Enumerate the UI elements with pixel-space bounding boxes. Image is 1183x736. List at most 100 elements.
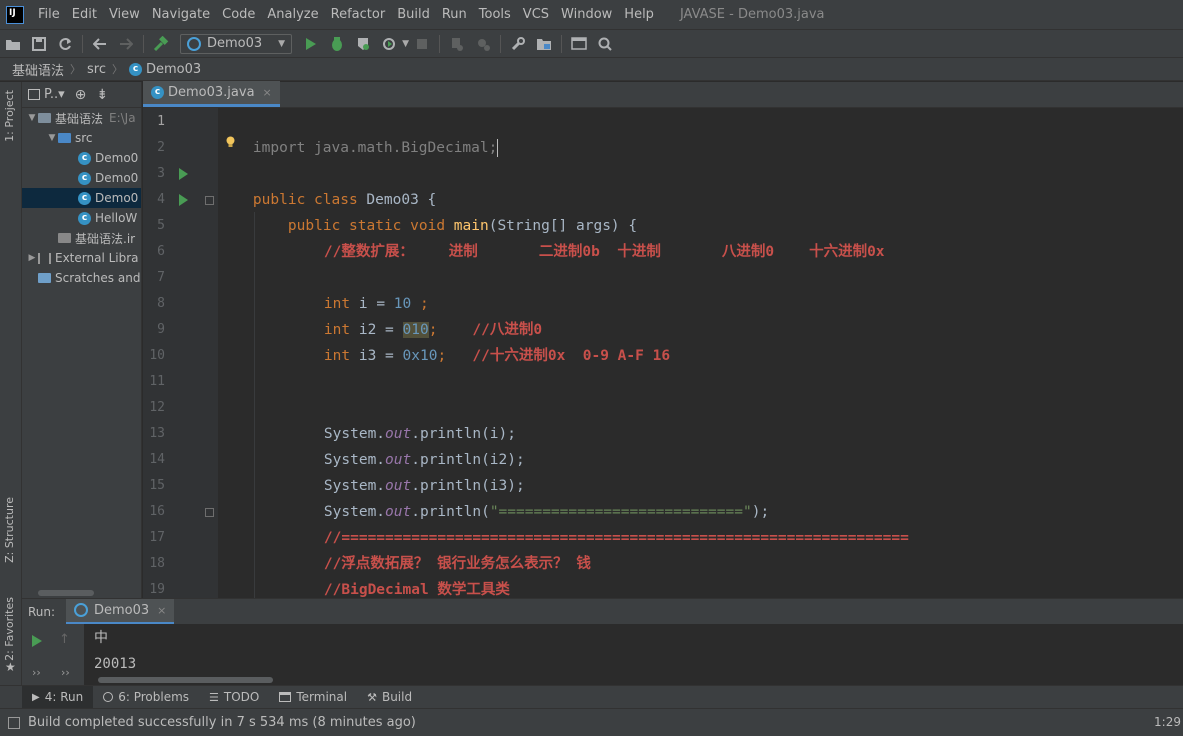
more-icon[interactable]: ›› bbox=[32, 666, 41, 679]
tab-problems[interactable]: 6: Problems bbox=[93, 686, 199, 709]
tab-build-label: Build bbox=[381, 690, 413, 704]
attach-icon[interactable] bbox=[446, 33, 468, 55]
menu-run[interactable]: Run bbox=[436, 0, 473, 29]
run-icon: ▶ bbox=[32, 691, 40, 703]
line-number: 1 bbox=[157, 114, 165, 129]
tree-item-label: 基础语法 bbox=[55, 111, 104, 126]
todo-icon: ☰ bbox=[209, 690, 219, 704]
stop-icon[interactable] bbox=[411, 33, 433, 55]
tree-item-label: HelloW bbox=[95, 211, 138, 225]
search-icon[interactable] bbox=[594, 33, 616, 55]
tree-item[interactable]: ▶ External Libra bbox=[22, 248, 141, 268]
problems-icon bbox=[103, 692, 114, 702]
run-tab-demo03[interactable]: Demo03 × bbox=[66, 598, 175, 625]
tree-item[interactable]: c HelloW bbox=[22, 208, 141, 228]
locate-target-icon[interactable]: ⊕ bbox=[75, 87, 87, 103]
fold-icon[interactable] bbox=[205, 196, 214, 205]
status-bar: Build completed successfully in 7 s 534 … bbox=[0, 708, 1183, 736]
back-icon[interactable] bbox=[89, 33, 111, 55]
caret-position[interactable]: 1:29 bbox=[1154, 715, 1181, 729]
code-editor[interactable]: import java.math.BigDecimal; public clas… bbox=[218, 108, 1183, 598]
debug-icon[interactable] bbox=[326, 33, 348, 55]
line-number: 16 bbox=[149, 504, 165, 519]
profile-icon[interactable] bbox=[378, 33, 400, 55]
code-line-5: //整数扩展： 进制 二进制0b 十进制 八进制0 十六进制0x bbox=[289, 213, 885, 260]
settings-wrench-icon[interactable] bbox=[507, 33, 529, 55]
tree-item[interactable]: c Demo0 bbox=[22, 168, 141, 188]
open-icon[interactable] bbox=[2, 33, 24, 55]
menu-refactor[interactable]: Refactor bbox=[325, 0, 392, 29]
terminal-icon[interactable] bbox=[568, 33, 590, 55]
menu-view[interactable]: View bbox=[103, 0, 146, 29]
chevron-down-icon[interactable]: ▼ bbox=[46, 133, 58, 143]
horizontal-scrollbar[interactable] bbox=[38, 590, 94, 596]
run-console-output[interactable]: 中 20013 bbox=[84, 624, 1183, 685]
tab-demo03-java[interactable]: c Demo03.java × bbox=[143, 81, 280, 107]
tab-favorites[interactable]: 2: Favorites bbox=[3, 597, 16, 661]
close-icon[interactable]: × bbox=[157, 604, 166, 617]
sync-icon[interactable] bbox=[54, 33, 76, 55]
tree-item[interactable]: c Demo0 bbox=[22, 148, 141, 168]
project-panel-header: P..▾ ⊕ ⇟ bbox=[22, 82, 141, 108]
forward-icon[interactable] bbox=[115, 33, 137, 55]
tab-build[interactable]: ⚒ Build bbox=[357, 686, 422, 709]
menu-code[interactable]: Code bbox=[216, 0, 261, 29]
tree-item[interactable]: ▼ src bbox=[22, 128, 141, 148]
tab-favorites-label: 2: Favorites bbox=[3, 597, 16, 661]
menu-help[interactable]: Help bbox=[618, 0, 660, 29]
java-class-icon: c bbox=[151, 86, 164, 99]
tree-item[interactable]: ▼ 基础语法 E:\Ja bbox=[22, 108, 141, 128]
chevron-right-icon[interactable]: ▶ bbox=[26, 253, 38, 263]
menu-navigate[interactable]: Navigate bbox=[146, 0, 216, 29]
build-hammer-icon[interactable] bbox=[150, 33, 172, 55]
tab-project-label: 1: Project bbox=[3, 90, 16, 142]
run-tab-label: Demo03 bbox=[94, 602, 150, 618]
tree-item[interactable]: 基础语法.ir bbox=[22, 228, 141, 248]
run-icon[interactable] bbox=[300, 33, 322, 55]
menu-edit[interactable]: Edit bbox=[66, 0, 103, 29]
tab-problems-label: 6: Problems bbox=[118, 690, 190, 704]
line-number: 5 bbox=[157, 218, 165, 233]
menu-tools[interactable]: Tools bbox=[473, 0, 517, 29]
tab-terminal[interactable]: Terminal bbox=[269, 686, 357, 709]
tab-structure[interactable]: Z: Structure bbox=[3, 497, 16, 563]
line-number: 7 bbox=[157, 270, 165, 285]
run-configuration-select[interactable]: Demo03 ▼ bbox=[180, 33, 293, 54]
tab-run[interactable]: ▶ 4: Run bbox=[22, 685, 94, 709]
tool-window-toggle[interactable] bbox=[0, 685, 22, 708]
chevron-down-icon[interactable]: ▼ bbox=[402, 39, 409, 49]
coverage-icon[interactable] bbox=[352, 33, 374, 55]
status-toggle-icon[interactable] bbox=[8, 716, 20, 729]
run-main-icon[interactable] bbox=[179, 194, 188, 206]
horizontal-scrollbar[interactable] bbox=[98, 677, 273, 683]
rerun-icon[interactable] bbox=[31, 634, 43, 648]
breadcrumb-project[interactable]: 基础语法 bbox=[12, 60, 64, 79]
menu-analyze[interactable]: Analyze bbox=[261, 0, 324, 29]
project-structure-icon[interactable] bbox=[533, 33, 555, 55]
tree-item[interactable]: c Demo0 bbox=[22, 188, 141, 208]
menu-window[interactable]: Window bbox=[555, 0, 618, 29]
chevron-down-icon[interactable]: ▼ bbox=[26, 113, 38, 123]
close-icon[interactable]: × bbox=[263, 86, 272, 99]
java-class-icon: c bbox=[78, 171, 91, 185]
project-view-select[interactable]: P..▾ bbox=[44, 87, 65, 102]
line-number: 10 bbox=[149, 348, 165, 363]
scroll-up-icon[interactable]: ↑ bbox=[59, 632, 70, 647]
menu-file[interactable]: File bbox=[32, 0, 66, 29]
java-class-icon: c bbox=[78, 191, 91, 205]
tree-item[interactable]: Scratches and bbox=[22, 268, 141, 288]
save-icon[interactable] bbox=[28, 33, 50, 55]
run-class-icon[interactable] bbox=[179, 168, 188, 180]
breadcrumb-file[interactable]: Demo03 bbox=[146, 62, 201, 77]
breadcrumb-src[interactable]: src bbox=[87, 62, 106, 77]
tab-todo[interactable]: ☰ TODO bbox=[199, 686, 269, 709]
more-icon[interactable]: ›› bbox=[61, 666, 70, 679]
menu-vcs[interactable]: VCS bbox=[517, 0, 555, 29]
status-message[interactable]: Build completed successfully in 7 s 534 … bbox=[28, 715, 416, 730]
menu-build[interactable]: Build bbox=[391, 0, 436, 29]
tab-project[interactable]: 1: Project bbox=[3, 90, 16, 142]
fold-icon[interactable] bbox=[205, 508, 214, 517]
update-icon[interactable] bbox=[472, 33, 494, 55]
indent-guide bbox=[254, 212, 255, 598]
collapse-all-icon[interactable]: ⇟ bbox=[96, 87, 108, 103]
